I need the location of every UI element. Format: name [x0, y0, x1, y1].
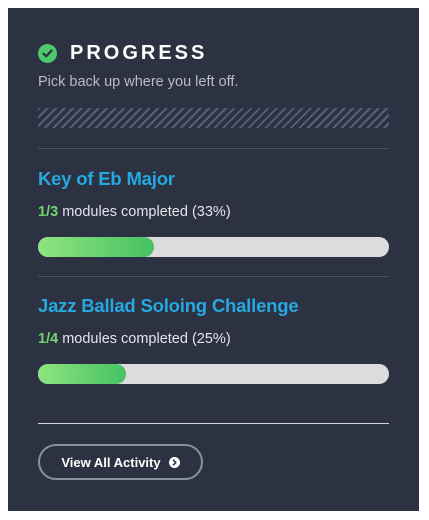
modules-count: 1/3: [38, 204, 59, 220]
progress-bar: [38, 364, 389, 384]
card-subtitle: Pick back up where you left off.: [38, 74, 239, 90]
card-title: PROGRESS: [70, 42, 208, 64]
card-header: PROGRESS: [38, 42, 207, 65]
course-item: Jazz Ballad Soloing Challenge 1/4 module…: [38, 295, 389, 384]
modules-label: modules completed (33%): [58, 204, 231, 220]
footer-divider: [38, 423, 389, 424]
divider: [38, 276, 389, 277]
course-title-link[interactable]: Jazz Ballad Soloing Challenge: [38, 295, 389, 317]
view-all-activity-label: View All Activity: [61, 454, 161, 470]
progress-bar: [38, 237, 389, 257]
course-title-link[interactable]: Key of Eb Major: [38, 168, 389, 190]
modules-count: 1/4: [38, 331, 59, 347]
modules-label: modules completed (25%): [58, 331, 231, 347]
progress-bar-fill: [38, 237, 154, 257]
chevron-right-circle-icon: [168, 456, 180, 468]
progress-card: PROGRESS Pick back up where you left off…: [8, 8, 419, 511]
progress-bar-fill: [38, 364, 126, 384]
course-stats: 1/3 modules completed (33%): [38, 204, 389, 220]
course-item: Key of Eb Major 1/3 modules completed (3…: [38, 168, 389, 257]
hatched-placeholder: [38, 108, 389, 128]
view-all-activity-button[interactable]: View All Activity: [38, 444, 203, 480]
course-stats: 1/4 modules completed (25%): [38, 331, 389, 347]
check-circle-icon: [38, 44, 57, 63]
divider: [38, 148, 389, 149]
